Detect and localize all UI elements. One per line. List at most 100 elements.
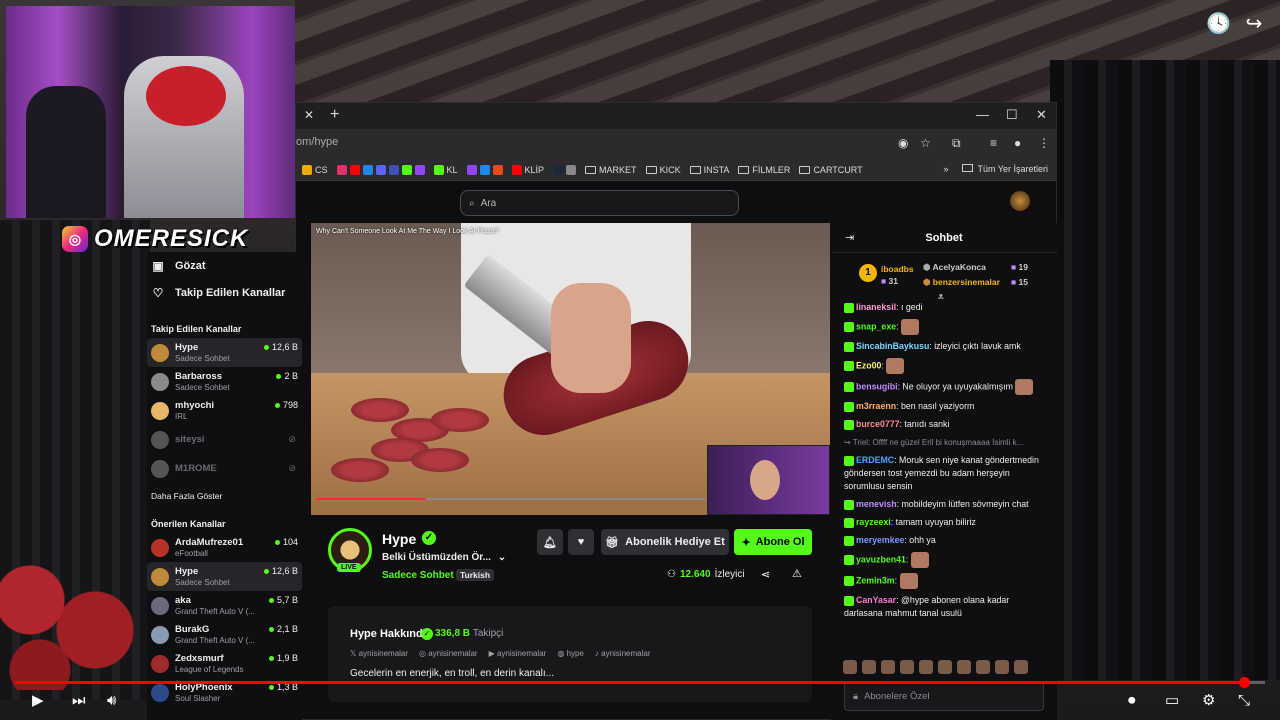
follow-button[interactable]: ♥ xyxy=(568,529,594,555)
show-more-link[interactable]: Daha Fazla Göster xyxy=(147,485,302,507)
channel-item[interactable]: aka Grand Theft Auto V (... 5,7 B xyxy=(147,591,302,620)
chat-username[interactable]: bensugibi xyxy=(856,381,898,391)
emote[interactable] xyxy=(862,660,876,674)
share-icon[interactable]: ↪ xyxy=(1242,12,1266,36)
emote[interactable] xyxy=(938,660,952,674)
chat-username[interactable]: linaneksil xyxy=(856,302,896,312)
search-input[interactable]: ⌕ Ara xyxy=(460,190,739,216)
next-icon[interactable]: ⏭︎ xyxy=(72,692,86,710)
sub-badge-icon xyxy=(844,555,854,565)
address-bar[interactable]: om/hype ◉ ☆ ⧉ ≡ ● ⋮ xyxy=(296,129,1056,159)
bookmark-kl[interactable]: KL xyxy=(433,164,458,175)
chevron-down-icon[interactable]: ⌄ xyxy=(498,552,506,563)
clock-icon[interactable]: 🕓 xyxy=(1206,12,1231,36)
report-icon[interactable]: ⚠ xyxy=(792,567,802,580)
bookmark-cartcurt[interactable]: CARTCURT xyxy=(799,165,863,175)
emote[interactable] xyxy=(843,660,857,674)
volume-icon[interactable]: 🔊︎ xyxy=(107,692,116,710)
menu-icon[interactable]: ⋮ xyxy=(1038,136,1050,150)
bookmark-filmler[interactable]: FİLMLER xyxy=(738,165,790,175)
chat-username[interactable]: Zemin3m xyxy=(856,575,895,585)
chat-username[interactable]: yavuzben41 xyxy=(856,554,906,564)
channel-item[interactable]: Barbaross Sadece Sohbet 2 B xyxy=(147,367,302,396)
stream-title[interactable]: Belki Üstümüzden Ör... ⌄ xyxy=(382,552,506,563)
emote[interactable] xyxy=(976,660,990,674)
video-progress[interactable] xyxy=(316,498,706,500)
channel-item[interactable]: Zedxsmurf League of Legends 1,9 B xyxy=(147,649,302,678)
chat-username[interactable]: CanYasar xyxy=(856,595,896,605)
category-link[interactable]: Sadece Sohbet xyxy=(382,570,454,581)
all-bookmarks[interactable]: » Tüm Yer İşaretleri xyxy=(943,164,1048,174)
social-youtube[interactable]: ▶ aynisinemalar xyxy=(489,649,547,658)
social-x[interactable]: 𝕏 aynisinemalar xyxy=(350,649,408,658)
subscribe-button[interactable]: ✦ Abone Ol xyxy=(734,529,812,555)
settings-icon[interactable]: ⚙ xyxy=(1202,692,1215,710)
share-icon[interactable]: ⋖ xyxy=(761,568,770,581)
bookmark-klip[interactable]: KLİP xyxy=(511,164,544,175)
yt-scrubber[interactable] xyxy=(1239,677,1250,688)
media-icon[interactable]: ≡ xyxy=(990,136,997,150)
chat-username[interactable]: rayzeexi xyxy=(856,517,891,527)
gifter-name[interactable]: ⬢ benzersinemalar xyxy=(923,277,1000,288)
social-tiktok[interactable]: ♪ aynisinemalar xyxy=(595,649,651,658)
emote[interactable] xyxy=(919,660,933,674)
chat-username[interactable]: m3rraenn xyxy=(856,401,896,411)
channel-item[interactable]: M1ROME ⊘ xyxy=(147,454,302,483)
chat-username[interactable]: snap_exe xyxy=(856,321,896,331)
extensions-icon[interactable]: ⧉ xyxy=(952,136,961,151)
chat-username[interactable]: SincabinBaykusu xyxy=(856,341,929,351)
chat-username[interactable]: burce0777 xyxy=(856,419,900,429)
chat-username[interactable]: Ezo00 xyxy=(856,360,881,370)
social-instagram[interactable]: ◎ aynisinemalar xyxy=(419,649,478,658)
chat-username[interactable]: ERDEMC xyxy=(856,455,894,465)
channel-item[interactable]: siteysi ⊘ xyxy=(147,425,302,454)
nav-following[interactable]: ♡ Takip Edilen Kanallar xyxy=(147,279,302,306)
chat-username[interactable]: menevish xyxy=(856,499,897,509)
channel-name[interactable]: Hype xyxy=(382,531,416,547)
gift-sub-button[interactable]: 🎁︎ Abonelik Hediye Et xyxy=(601,529,729,555)
bookmark-insta[interactable]: INSTA xyxy=(689,165,729,175)
url-text[interactable]: om/hype xyxy=(296,136,338,148)
channel-item[interactable]: BurakG Grand Theft Auto V (... 2,1 B xyxy=(147,620,302,649)
star-icon[interactable]: ☆ xyxy=(920,136,931,150)
bookmark-icons-2[interactable] xyxy=(466,164,503,175)
bookmark-market[interactable]: MARKET xyxy=(585,165,637,175)
close-window-icon[interactable]: ✕ xyxy=(1036,107,1047,123)
nav-browse[interactable]: ▣ Gözat xyxy=(147,252,302,279)
play-icon[interactable]: ▶ xyxy=(32,692,44,710)
emote[interactable] xyxy=(881,660,895,674)
emote[interactable] xyxy=(900,660,914,674)
channel-item[interactable]: Hype Sadece Sohbet 12,6 B xyxy=(147,338,302,367)
chat-input[interactable]: 🔒︎ Abonelere Özel xyxy=(844,682,1044,711)
social-discord[interactable]: ◍ hype xyxy=(557,649,584,658)
notification-button[interactable]: 🔔︎ xyxy=(537,529,563,555)
autoplay-toggle[interactable]: ⏺ xyxy=(1128,692,1136,710)
bookmark-steam[interactable] xyxy=(553,164,577,175)
emote[interactable] xyxy=(995,660,1009,674)
emote[interactable] xyxy=(957,660,971,674)
bookmark-kick[interactable]: KICK xyxy=(645,165,681,175)
maximize-icon[interactable]: ☐ xyxy=(1006,107,1018,123)
subtitles-icon[interactable]: ▭ xyxy=(1165,692,1179,710)
emote[interactable] xyxy=(1014,660,1028,674)
new-tab-icon[interactable]: + xyxy=(330,106,339,124)
bookmark-cs[interactable]: CS xyxy=(302,164,328,175)
fullscreen-exit-icon[interactable]: ⤡ xyxy=(1238,692,1250,710)
channel-item[interactable]: Hype Sadece Sohbet 12,6 B xyxy=(147,562,302,591)
yt-progress-bar[interactable] xyxy=(15,681,1265,684)
gifter-name[interactable]: ⬢ AcelyaKonca xyxy=(923,262,986,273)
gifter-name[interactable]: iboadbs xyxy=(881,264,914,274)
eye-off-icon[interactable]: ◉ xyxy=(898,136,908,150)
bookmark-icons[interactable] xyxy=(336,164,425,175)
close-tab-icon[interactable]: ✕ xyxy=(304,108,314,122)
channel-item[interactable]: mhyochi IRL 798 xyxy=(147,396,302,425)
chat-username[interactable]: meryemkee xyxy=(856,535,904,545)
minimize-icon[interactable]: — xyxy=(976,107,989,122)
profile-icon[interactable]: ● xyxy=(1014,136,1021,150)
language-tag[interactable]: Turkish xyxy=(456,569,495,581)
user-avatar[interactable] xyxy=(1010,191,1030,211)
viewer-count-text: 2,1 B xyxy=(276,624,298,634)
verified-icon: ✓ xyxy=(422,531,436,545)
video-player[interactable]: Why Can't Someone Look At Me The Way I L… xyxy=(311,223,830,515)
channel-item[interactable]: ArdaMufreze01 eFootball 104 xyxy=(147,533,302,562)
